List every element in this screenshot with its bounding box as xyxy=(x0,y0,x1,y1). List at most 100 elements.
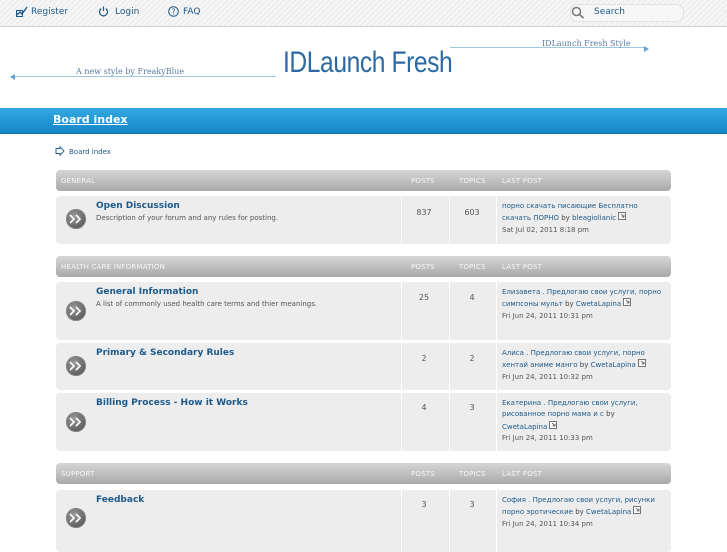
last-post-date: Fri Jun 24, 2011 10:32 pm xyxy=(502,373,593,382)
forum-posts-count: 837 xyxy=(416,208,432,217)
header-rule-left xyxy=(14,76,276,77)
last-post-info: Екатерина . Предлогаю свои услуги, рисов… xyxy=(502,398,662,445)
forum-read-icon xyxy=(66,356,86,376)
search-icon[interactable] xyxy=(571,6,585,21)
forum-title-link[interactable]: Feedback xyxy=(96,495,144,505)
column-last-post: LAST POST xyxy=(502,470,543,478)
view-latest-post-icon[interactable] xyxy=(618,212,627,224)
forum-posts-count: 2 xyxy=(421,354,427,363)
view-latest-post-icon[interactable] xyxy=(549,420,558,433)
power-icon xyxy=(98,6,109,17)
column-topics: TOPICS xyxy=(459,470,486,478)
column-divider xyxy=(401,393,402,451)
last-post-by: by xyxy=(565,300,574,309)
category-header-support: SUPPORT POSTS TOPICS LAST POST xyxy=(56,463,671,484)
forum-read-icon xyxy=(66,301,86,321)
nav-bar: Board index xyxy=(0,108,727,134)
last-post-info: Алиса . Предлогаю свои услуги, порно хен… xyxy=(502,348,662,383)
column-last-post: LAST POST xyxy=(502,263,543,271)
column-divider xyxy=(496,196,497,244)
column-divider xyxy=(401,343,402,390)
last-post-date: Sat Jul 02, 2011 8:18 pm xyxy=(502,226,589,235)
column-divider xyxy=(449,282,450,340)
forum-topics-count: 3 xyxy=(469,403,475,412)
breadcrumb: Board index xyxy=(55,145,111,158)
forum-row: Open Discussion Description of your foru… xyxy=(56,196,671,244)
top-bar: Register Login ? FAQ xyxy=(0,0,727,27)
svg-text:?: ? xyxy=(171,7,175,16)
column-topics: TOPICS xyxy=(459,177,486,185)
column-divider xyxy=(401,196,402,244)
forum-read-icon xyxy=(66,209,86,229)
tagline-right: IDLaunch Fresh Style xyxy=(542,39,631,48)
column-divider xyxy=(449,490,450,552)
tagline-left: A new style by FreakyBlue xyxy=(76,67,185,76)
forum-description: A list of commonly used health care term… xyxy=(96,300,318,308)
forum-description: Description of your forum and any rules … xyxy=(96,214,279,222)
register-icon xyxy=(16,6,28,17)
column-topics: TOPICS xyxy=(459,263,486,271)
last-post-date: Fri Jun 24, 2011 10:33 pm xyxy=(502,434,593,443)
column-divider xyxy=(496,343,497,390)
nav-board-index-link[interactable]: Board index xyxy=(53,113,128,126)
forum-title-link[interactable]: Billing Process - How it Works xyxy=(96,398,248,408)
faq-link[interactable]: ? FAQ xyxy=(168,6,200,17)
column-divider xyxy=(449,196,450,244)
column-posts: POSTS xyxy=(411,177,435,185)
category-title[interactable]: GENERAL xyxy=(61,177,95,185)
register-link[interactable]: Register xyxy=(16,6,68,17)
category-header-health-care-information: HEALTH CARE INFORMATION POSTS TOPICS LAS… xyxy=(56,256,671,277)
view-latest-post-icon[interactable] xyxy=(633,506,642,518)
last-post-author[interactable]: CwetaLapina xyxy=(502,423,547,431)
last-post-by: by xyxy=(606,410,615,419)
site-logo[interactable]: IDLaunch Fresh xyxy=(283,46,453,80)
category-title[interactable]: HEALTH CARE INFORMATION xyxy=(61,263,165,271)
last-post-info: София . Предлогаю свои услуги, рисунки п… xyxy=(502,495,662,530)
forum-row: Primary & Secondary Rules 2 2 Алиса . Пр… xyxy=(56,343,671,390)
arrow-right-icon xyxy=(644,46,649,52)
forum-read-icon xyxy=(66,412,86,432)
column-divider xyxy=(496,490,497,552)
last-post-by: by xyxy=(561,214,570,223)
last-post-date: Fri Jun 24, 2011 10:31 pm xyxy=(502,312,593,321)
last-post-author[interactable]: CwetaLapina xyxy=(576,301,621,309)
forum-row: General Information A list of commonly u… xyxy=(56,282,671,340)
last-post-info: Елизавета . Предлогаю свои услуги, порно… xyxy=(502,287,662,322)
forum-row: Billing Process - How it Works 4 3 Екате… xyxy=(56,393,671,451)
category-header-general: GENERAL POSTS TOPICS LAST POST xyxy=(56,170,671,191)
help-icon: ? xyxy=(168,6,180,17)
view-latest-post-icon[interactable] xyxy=(623,298,632,310)
last-post-author[interactable]: CwetaLapina xyxy=(591,362,636,370)
register-label: Register xyxy=(31,6,69,17)
last-post-by: by xyxy=(579,361,589,370)
forum-topics-count: 3 xyxy=(469,500,475,509)
forum-topics-count: 603 xyxy=(464,208,480,217)
forum-title-link[interactable]: General Information xyxy=(96,287,198,297)
column-posts: POSTS xyxy=(411,263,435,271)
forum-read-icon xyxy=(66,508,86,528)
column-divider xyxy=(496,282,497,340)
column-divider xyxy=(449,343,450,390)
last-post-subject[interactable]: Екатерина . Предлогаю свои услуги, рисов… xyxy=(502,399,638,418)
forum-topics-count: 4 xyxy=(469,293,475,302)
forum-posts-count: 25 xyxy=(418,293,430,302)
last-post-info: порно скачать писающие Бесплатно скачать… xyxy=(502,201,662,236)
view-latest-post-icon[interactable] xyxy=(637,359,646,371)
login-link[interactable]: Login xyxy=(98,6,139,17)
last-post-date: Fri Jun 24, 2011 10:34 pm xyxy=(502,520,593,529)
search-input[interactable] xyxy=(594,5,679,18)
column-divider xyxy=(401,490,402,552)
forum-posts-count: 4 xyxy=(421,403,427,412)
column-divider xyxy=(401,282,402,340)
breadcrumb-board-index[interactable]: Board index xyxy=(69,148,111,156)
last-post-author[interactable]: CwetaLapina xyxy=(586,509,631,517)
column-posts: POSTS xyxy=(411,470,435,478)
faq-label: FAQ xyxy=(183,6,201,17)
column-divider xyxy=(449,393,450,451)
forum-row: Feedback 3 3 София . Предлогаю свои услу… xyxy=(56,490,671,552)
forum-title-link[interactable]: Open Discussion xyxy=(96,201,180,211)
category-title[interactable]: SUPPORT xyxy=(61,470,95,478)
last-post-author[interactable]: bleagiolianic xyxy=(572,215,616,223)
forum-posts-count: 3 xyxy=(421,500,427,509)
forum-title-link[interactable]: Primary & Secondary Rules xyxy=(96,348,234,358)
